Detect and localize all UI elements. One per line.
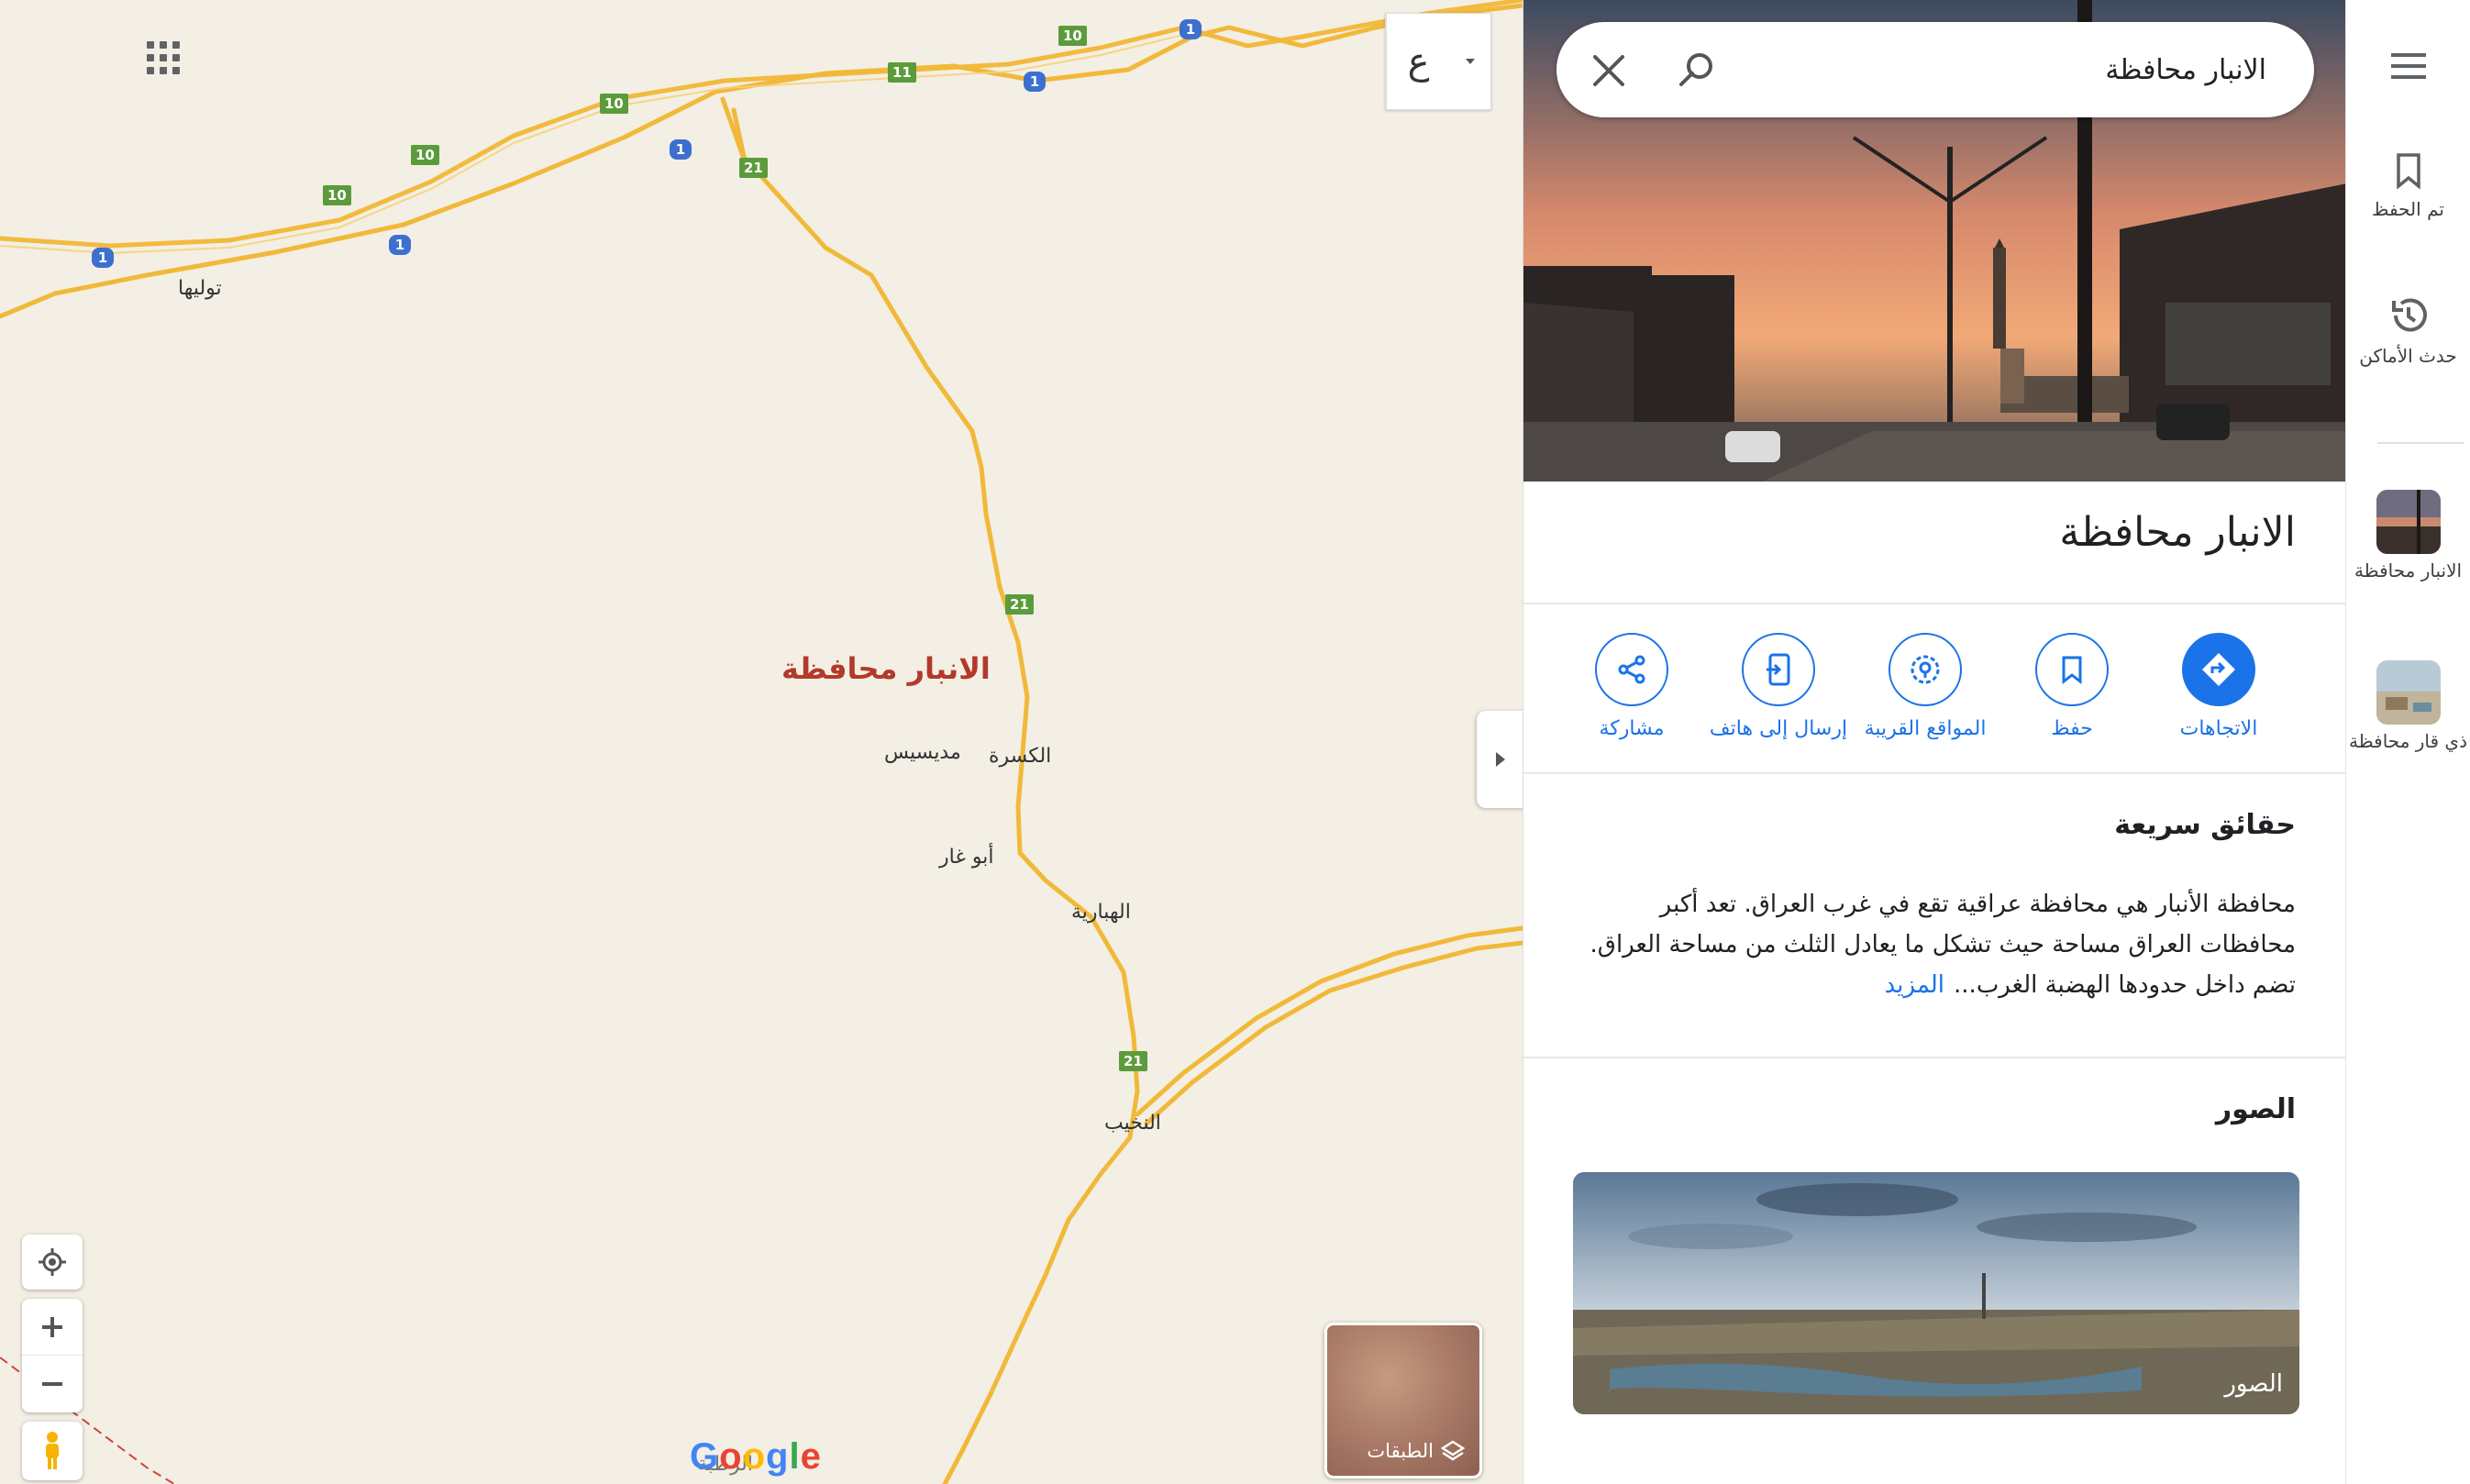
history-icon: [2391, 298, 2427, 332]
route-shield-21: 21: [739, 158, 768, 178]
place-label[interactable]: الهبارية: [1071, 901, 1131, 924]
photos-label: الصور: [2224, 1370, 2283, 1398]
region-label[interactable]: الانبار محافظة: [781, 651, 991, 686]
recent-place-label: الانبار محافظة: [2354, 559, 2463, 581]
place-label[interactable]: توليها: [178, 277, 222, 300]
more-link[interactable]: المزيد: [1885, 971, 1944, 999]
input-tools-selector[interactable]: ع: [1385, 13, 1491, 110]
route-shield-1: 1: [1024, 72, 1046, 92]
zoom-out-button[interactable]: [22, 1356, 83, 1412]
share-button[interactable]: مشاركة: [1558, 633, 1705, 740]
photos-thumbnail: [1573, 1172, 2299, 1414]
plus-icon: [42, 1316, 62, 1337]
my-location-button[interactable]: [22, 1235, 83, 1290]
recent-place-thumbnail: [2376, 660, 2441, 725]
input-language-button[interactable]: ع: [1386, 14, 1450, 109]
pegman-icon: [46, 1432, 59, 1469]
bookmark-icon: [2035, 633, 2109, 706]
nearby-label: المواقع القريبة: [1864, 717, 1987, 740]
zoom-in-button[interactable]: [22, 1299, 83, 1356]
close-icon[interactable]: [1589, 51, 1628, 90]
saved-button[interactable]: تم الحفظ: [2346, 152, 2470, 222]
rail-divider: [2377, 442, 2464, 444]
place-label[interactable]: مديسيس: [884, 741, 961, 764]
route-shield-10: 10: [600, 94, 628, 114]
divider: [1523, 772, 2345, 774]
nearby-icon: [1888, 633, 1962, 706]
collapse-panel-button[interactable]: [1477, 711, 1523, 808]
send-to-phone-button[interactable]: إرسال إلى هاتف: [1705, 633, 1852, 740]
recents-button[interactable]: حدث الأماكن: [2346, 295, 2470, 369]
route-shield-10: 10: [411, 145, 439, 165]
divider: [1523, 1057, 2345, 1058]
route-shield-1: 1: [670, 139, 692, 160]
place-panel: الانبار محافظة الاتجاهات حفظ المواقع الق…: [1523, 0, 2346, 1484]
chevron-down-icon[interactable]: [1450, 14, 1490, 109]
divider: [1523, 603, 2345, 604]
share-label: مشاركة: [1599, 717, 1665, 740]
search-input[interactable]: [1753, 46, 2266, 94]
route-shield-21: 21: [1119, 1051, 1147, 1071]
route-shield-1: 1: [389, 235, 411, 255]
google-logo: Google: [690, 1436, 822, 1477]
menu-button[interactable]: [2346, 51, 2470, 84]
recent-place-anbar[interactable]: الانبار محافظة: [2346, 490, 2470, 583]
zoom-controls: [22, 1299, 83, 1412]
save-label: حفظ: [2051, 717, 2093, 740]
map-canvas[interactable]: 1 1 1 1 1 10 10 10 10 11 21 21 21 الانبا…: [0, 0, 1523, 1484]
route-shield-1: 1: [92, 248, 114, 268]
route-shield-21: 21: [1005, 594, 1034, 615]
recent-place-label: ذي قار محافظة: [2349, 730, 2467, 752]
layers-text: الطبقات: [1367, 1440, 1434, 1462]
photos-heading: الصور: [2215, 1093, 2296, 1125]
map-roads: [0, 0, 1523, 1484]
minus-icon: [42, 1382, 62, 1386]
route-shield-10: 10: [323, 185, 351, 205]
directions-button[interactable]: الاتجاهات: [2145, 633, 2292, 740]
photos-card[interactable]: الصور: [1573, 1172, 2299, 1414]
quick-facts-heading: حقائق سريعة: [2114, 809, 2296, 841]
menu-icon: [2390, 53, 2426, 79]
nearby-button[interactable]: المواقع القريبة: [1852, 633, 1999, 740]
nav-rail: تم الحفظ حدث الأماكن الانبار محافظة ذي ق…: [2346, 0, 2470, 1484]
place-label[interactable]: النخيب: [1104, 1112, 1161, 1135]
recent-place-thumbnail: [2376, 490, 2441, 554]
directions-label: الاتجاهات: [2179, 717, 2258, 740]
place-label[interactable]: الكسرة: [989, 745, 1051, 768]
place-title: الانبار محافظة: [2059, 509, 2296, 556]
quick-facts-text: محافظة الأنبار هي محافظة عراقية تقع في غ…: [1571, 884, 2296, 1005]
maps-app: 1 1 1 1 1 10 10 10 10 11 21 21 21 الانبا…: [0, 0, 2470, 1484]
recents-label: حدث الأماكن: [2359, 345, 2457, 367]
search-icon[interactable]: [1676, 50, 1718, 92]
search-bar[interactable]: [1556, 22, 2314, 117]
share-icon: [1595, 633, 1668, 706]
apps-grid-icon[interactable]: [147, 41, 183, 78]
save-button[interactable]: حفظ: [1999, 633, 2145, 740]
route-shield-10: 10: [1058, 26, 1087, 46]
route-shield-1: 1: [1180, 19, 1202, 39]
layers-button[interactable]: الطبقات: [1324, 1323, 1482, 1478]
saved-label: تم الحفظ: [2372, 198, 2444, 220]
bookmark-icon: [2396, 153, 2420, 190]
crosshair-icon: [39, 1248, 66, 1276]
send-to-phone-icon: [1742, 633, 1815, 706]
layers-label: الطبقات: [1367, 1439, 1465, 1463]
send-to-phone-label: إرسال إلى هاتف: [1709, 717, 1848, 740]
street-view-pegman[interactable]: [22, 1422, 83, 1480]
layers-icon: [1441, 1440, 1465, 1461]
recent-place-dhiqar[interactable]: ذي قار محافظة: [2346, 660, 2470, 754]
route-shield-11: 11: [888, 62, 916, 83]
place-label[interactable]: أبو غار: [939, 846, 993, 869]
caret-right-icon: [1496, 752, 1505, 767]
directions-icon: [2182, 633, 2255, 706]
